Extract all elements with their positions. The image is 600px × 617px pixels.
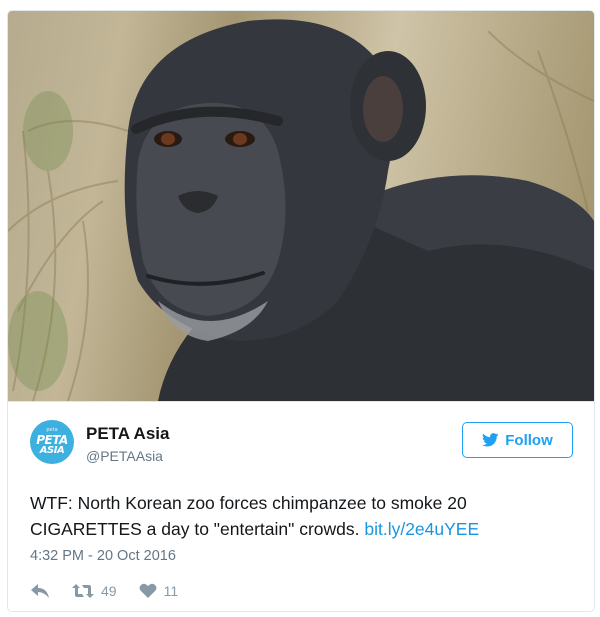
tweet-text: WTF: North Korean zoo forces chimpanzee … bbox=[30, 490, 580, 542]
reply-icon bbox=[31, 584, 49, 598]
follow-button[interactable]: Follow bbox=[462, 422, 573, 458]
tweet-footer: peta PETA ASIA PETA Asia @PETAAsia Follo… bbox=[8, 401, 594, 611]
like-count: 11 bbox=[163, 583, 179, 599]
reply-button[interactable] bbox=[30, 583, 50, 599]
avatar-text-small: peta bbox=[46, 427, 58, 433]
retweet-icon bbox=[72, 584, 94, 598]
retweet-count: 49 bbox=[101, 583, 117, 599]
retweet-button[interactable]: 49 bbox=[72, 583, 117, 599]
tweet-actions: 49 11 bbox=[30, 579, 200, 603]
follow-label: Follow bbox=[505, 431, 553, 449]
tweet-card: peta PETA ASIA PETA Asia @PETAAsia Follo… bbox=[7, 10, 595, 612]
tweet-link[interactable]: bit.ly/2e4uYEE bbox=[364, 519, 479, 539]
account-name[interactable]: PETA Asia bbox=[86, 424, 169, 444]
like-button[interactable]: 11 bbox=[139, 583, 179, 599]
avatar[interactable]: peta PETA ASIA bbox=[30, 420, 74, 464]
avatar-text-line2: ASIA bbox=[39, 445, 65, 456]
account-handle[interactable]: @PETAAsia bbox=[86, 448, 163, 464]
chimpanzee-photo[interactable] bbox=[8, 11, 594, 401]
heart-icon bbox=[139, 583, 157, 598]
tweet-timestamp[interactable]: 4:32 PM - 20 Oct 2016 bbox=[30, 548, 176, 564]
twitter-bird-icon bbox=[482, 433, 499, 447]
chimpanzee-image bbox=[8, 19, 594, 401]
